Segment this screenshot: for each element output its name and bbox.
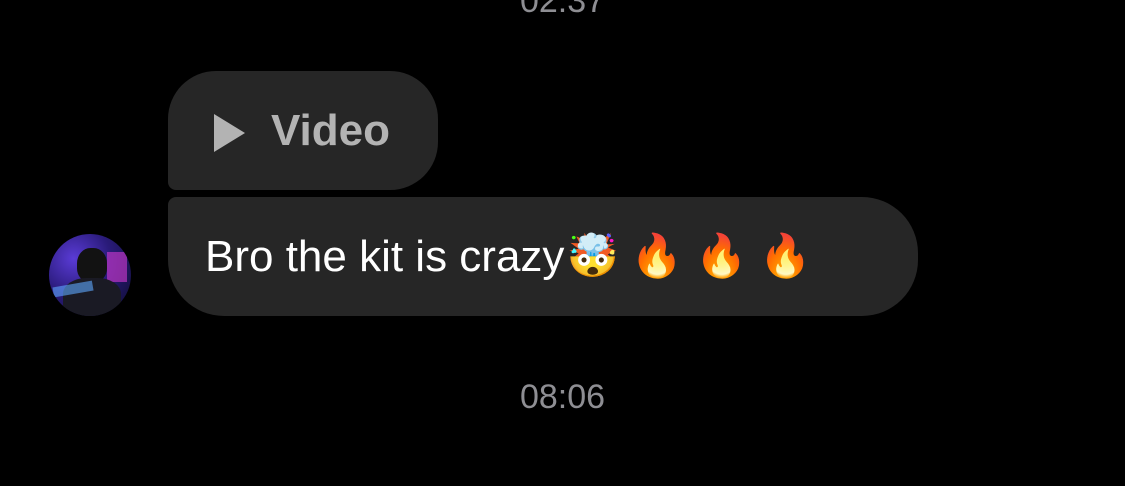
fire-emoji: 🔥 — [759, 232, 812, 279]
fire-emoji: 🔥 — [695, 232, 748, 279]
video-label: Video — [271, 105, 391, 155]
exploding-head-emoji: 🤯 — [566, 232, 619, 279]
play-icon — [214, 113, 245, 152]
timestamp: 08:06 — [519, 378, 606, 416]
text-message-bubble[interactable]: Bro the kit is crazy 🤯 🔥 🔥 🔥 — [168, 197, 918, 316]
video-message-bubble[interactable]: Video — [168, 71, 438, 190]
avatar[interactable] — [49, 234, 131, 316]
fire-emoji: 🔥 — [630, 232, 684, 279]
chat-thread: 02:37 Video Bro the kit is crazy 🤯 🔥 🔥 🔥… — [0, 0, 1125, 486]
message-text: Bro the kit is crazy — [205, 231, 565, 281]
timestamp: 02:37 — [519, 0, 606, 20]
